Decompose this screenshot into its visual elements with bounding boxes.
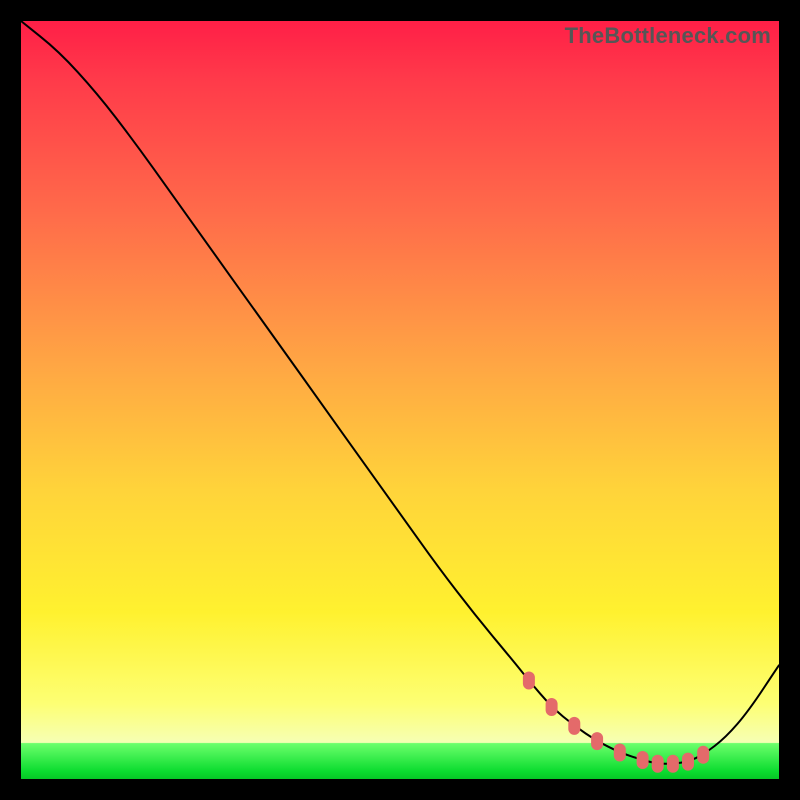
marker-point — [614, 744, 626, 762]
marker-point — [667, 755, 679, 773]
plot-area: TheBottleneck.com — [21, 21, 779, 779]
marker-point — [682, 753, 694, 771]
bottleneck-curve — [21, 21, 779, 764]
chart-stage: TheBottleneck.com — [0, 0, 800, 800]
curve-svg — [21, 21, 779, 779]
marker-point — [697, 746, 709, 764]
marker-point — [546, 698, 558, 716]
marker-point — [637, 751, 649, 769]
marker-point — [652, 755, 664, 773]
highlight-markers — [523, 672, 709, 773]
marker-point — [591, 732, 603, 750]
marker-point — [523, 672, 535, 690]
marker-point — [568, 717, 580, 735]
